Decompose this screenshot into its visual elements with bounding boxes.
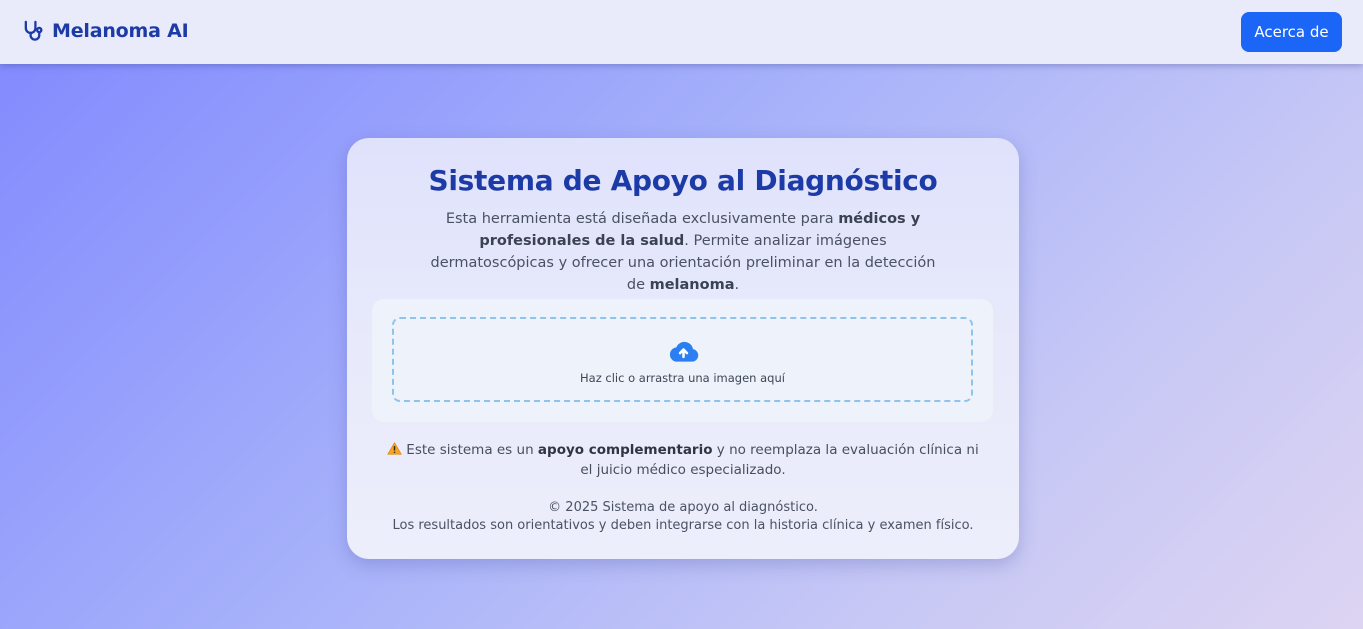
top-navbar: Melanoma AI Acerca de <box>0 0 1363 64</box>
page-title: Sistema de Apoyo al Diagnóstico <box>428 164 938 197</box>
copyright-text: © 2025 Sistema de apoyo al diagnóstico. <box>548 500 818 515</box>
intro-part-3: . <box>734 277 740 293</box>
upload-panel: Haz clic o arrastra una imagen aquí <box>372 299 993 422</box>
stethoscope-icon <box>24 20 43 41</box>
warning-icon <box>387 442 402 455</box>
about-button[interactable]: Acerca de <box>1241 12 1342 52</box>
disclaimer-warning: Este sistema es un apoyo complementario … <box>387 440 979 480</box>
footer-note: Los resultados son orientativos y deben … <box>392 518 974 533</box>
upload-label: Haz clic o arrastra una imagen aquí <box>580 371 785 385</box>
intro-bold-melanoma: melanoma <box>649 277 735 293</box>
main-card: Sistema de Apoyo al Diagnóstico Esta her… <box>347 138 1019 559</box>
warning-bold: apoyo complementario <box>537 442 713 458</box>
image-dropzone[interactable]: Haz clic o arrastra una imagen aquí <box>392 317 973 402</box>
cloud-upload-icon <box>669 341 699 362</box>
brand-name: Melanoma AI <box>52 20 189 42</box>
brand[interactable]: Melanoma AI <box>22 19 189 43</box>
warning-part-1: Este sistema es un <box>406 442 538 458</box>
intro-part-1: Esta herramienta está diseñada exclusiva… <box>445 211 839 227</box>
intro-text: Esta herramienta está diseñada exclusiva… <box>423 208 943 296</box>
